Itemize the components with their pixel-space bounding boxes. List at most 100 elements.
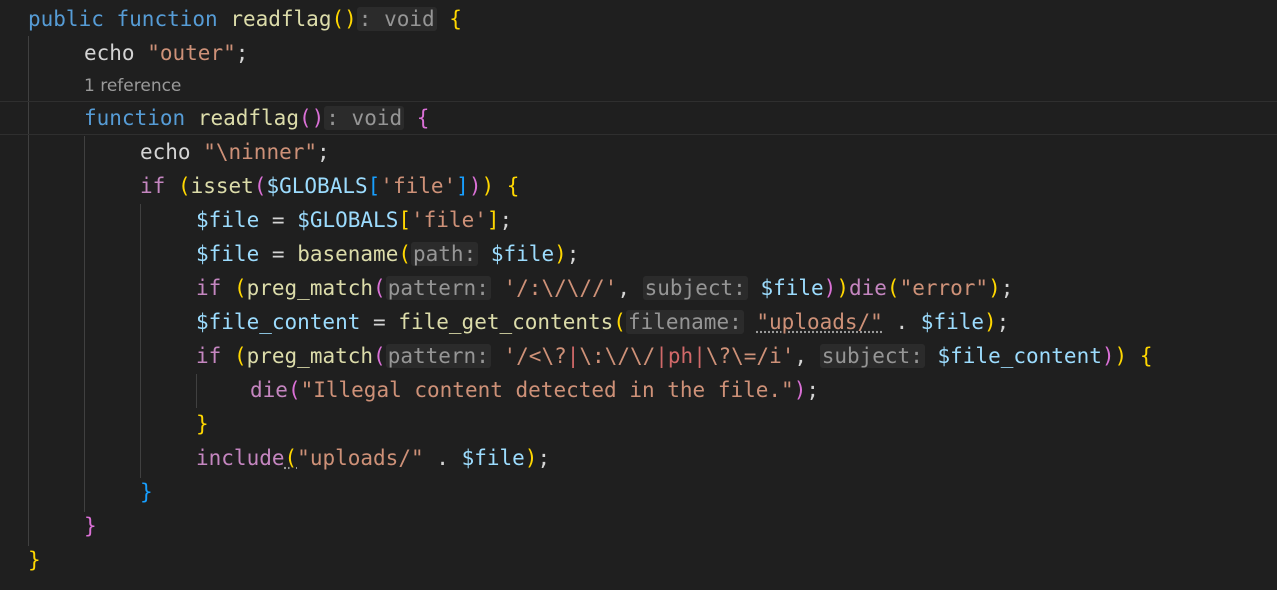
bracket: ) — [468, 174, 482, 198]
bracket: ( — [398, 242, 411, 266]
keyword: if — [140, 174, 166, 198]
keyword: die — [250, 378, 288, 402]
bracket: } — [196, 412, 209, 436]
function-name: isset — [190, 174, 254, 198]
operator: . — [436, 446, 449, 470]
regex-operator: | — [566, 344, 580, 368]
code-line-14[interactable]: } — [140, 475, 1277, 509]
function-name: readflag — [230, 7, 332, 31]
keyword: public — [28, 7, 104, 31]
string: "error" — [899, 276, 989, 300]
parameter-hint: pattern: — [385, 344, 491, 368]
variable: $GLOBALS — [266, 174, 368, 198]
bracket: } — [28, 548, 41, 572]
operator: . — [895, 310, 909, 334]
operator: = — [271, 242, 285, 266]
parameter-hint: path: — [411, 242, 479, 266]
code-line-6[interactable]: $file = $GLOBALS['file']; — [196, 203, 1277, 237]
code-editor[interactable]: public function readflag(): void { echo … — [0, 0, 1277, 590]
parameter-hint: pattern: — [385, 276, 491, 300]
punctuation: ; — [806, 378, 819, 402]
function-name: preg_match — [246, 276, 374, 300]
string: "\ninner" — [203, 140, 318, 164]
punctuation: ; — [499, 208, 513, 232]
code-line-12[interactable]: } — [196, 407, 1277, 441]
string: "uploads/" — [756, 310, 883, 334]
code-line-13[interactable]: include("uploads/" . $file); — [196, 441, 1277, 475]
bracket: ( — [177, 174, 191, 198]
bracket: ) — [481, 174, 495, 198]
bracket: ] — [486, 208, 500, 232]
string: "uploads/" — [297, 446, 424, 470]
punctuation: , — [794, 344, 808, 368]
indent-guide — [196, 374, 197, 408]
punctuation: ; — [566, 242, 580, 266]
string: '/:\/\//' — [503, 276, 618, 300]
code-line-4[interactable]: echo "\ninner"; — [140, 135, 1277, 169]
operator: = — [373, 310, 386, 334]
type-hint: : void — [356, 7, 437, 31]
variable: $GLOBALS — [297, 208, 399, 232]
variable: $file — [920, 310, 985, 334]
codelens-reference-link[interactable]: 1 reference — [84, 71, 181, 101]
keyword: include — [196, 446, 285, 470]
punctuation: , — [617, 276, 630, 300]
bracket: () — [331, 7, 357, 31]
bracket: ) — [793, 378, 807, 402]
keyword: if — [196, 276, 222, 300]
bracket: ( — [284, 446, 298, 470]
bracket: ) — [836, 276, 849, 300]
bracket: ( — [233, 276, 247, 300]
bracket: ) — [988, 276, 1001, 300]
bracket: [ — [398, 208, 411, 232]
code-line-1[interactable]: public function readflag(): void { — [28, 2, 1277, 36]
punctuation: ; — [1000, 276, 1014, 300]
function-name: file_get_contents — [398, 310, 614, 334]
variable: $file_content — [937, 344, 1102, 368]
code-line-11[interactable]: die("Illegal content detected in the fil… — [250, 373, 1277, 407]
regex-operator: | — [693, 344, 706, 368]
bracket: } — [140, 480, 153, 504]
code-line-5[interactable]: if (isset($GLOBALS['file'])) { — [140, 169, 1277, 203]
code-line-10[interactable]: if (preg_match(pattern: '/<\?|\:\/\/|ph|… — [196, 339, 1277, 373]
parameter-hint: subject: — [819, 344, 925, 368]
bracket: ( — [373, 276, 386, 300]
parameter-hint: subject: — [642, 276, 748, 300]
code-line-7[interactable]: $file = basename(path: $file); — [196, 237, 1277, 271]
variable: $file_content — [196, 310, 361, 334]
variable: $file — [196, 242, 260, 266]
parameter-hint: filename: — [625, 310, 744, 334]
code-line-9[interactable]: $file_content = file_get_contents(filena… — [196, 305, 1277, 339]
code-line-3[interactable]: function readflag(): void { — [0, 101, 1277, 135]
code-line-8[interactable]: if (preg_match(pattern: '/:\/\//', subje… — [196, 271, 1277, 305]
function-name: basename — [297, 242, 399, 266]
code-line-15[interactable]: } — [84, 509, 1277, 543]
punctuation: ; — [996, 310, 1010, 334]
indent-guide — [140, 204, 141, 478]
bracket: ) — [823, 276, 837, 300]
string: \:\/\/ — [579, 344, 656, 368]
punctuation: ; — [235, 41, 249, 65]
string: \?\=/i' — [705, 344, 795, 368]
keyword: die — [848, 276, 887, 300]
variable: $file — [196, 208, 260, 232]
bracket: ( — [613, 310, 626, 334]
indent-guide — [84, 136, 85, 512]
bracket: { — [1139, 344, 1153, 368]
operator: = — [271, 208, 285, 232]
bracket: ] — [456, 174, 469, 198]
bracket: () — [298, 106, 325, 130]
code-line-16[interactable]: } — [28, 543, 1277, 577]
bracket: ) — [984, 310, 997, 334]
keyword: echo — [140, 140, 191, 164]
bracket: { — [506, 174, 520, 198]
string: ph — [667, 344, 694, 368]
variable: $file — [461, 446, 525, 470]
regex-operator: | — [655, 344, 668, 368]
string: '/<\? — [503, 344, 567, 368]
keyword: if — [196, 344, 222, 368]
bracket: ( — [233, 344, 247, 368]
bracket: [ — [367, 174, 381, 198]
bracket: { — [449, 7, 462, 31]
code-line-2[interactable]: echo "outer"; — [84, 36, 1277, 70]
